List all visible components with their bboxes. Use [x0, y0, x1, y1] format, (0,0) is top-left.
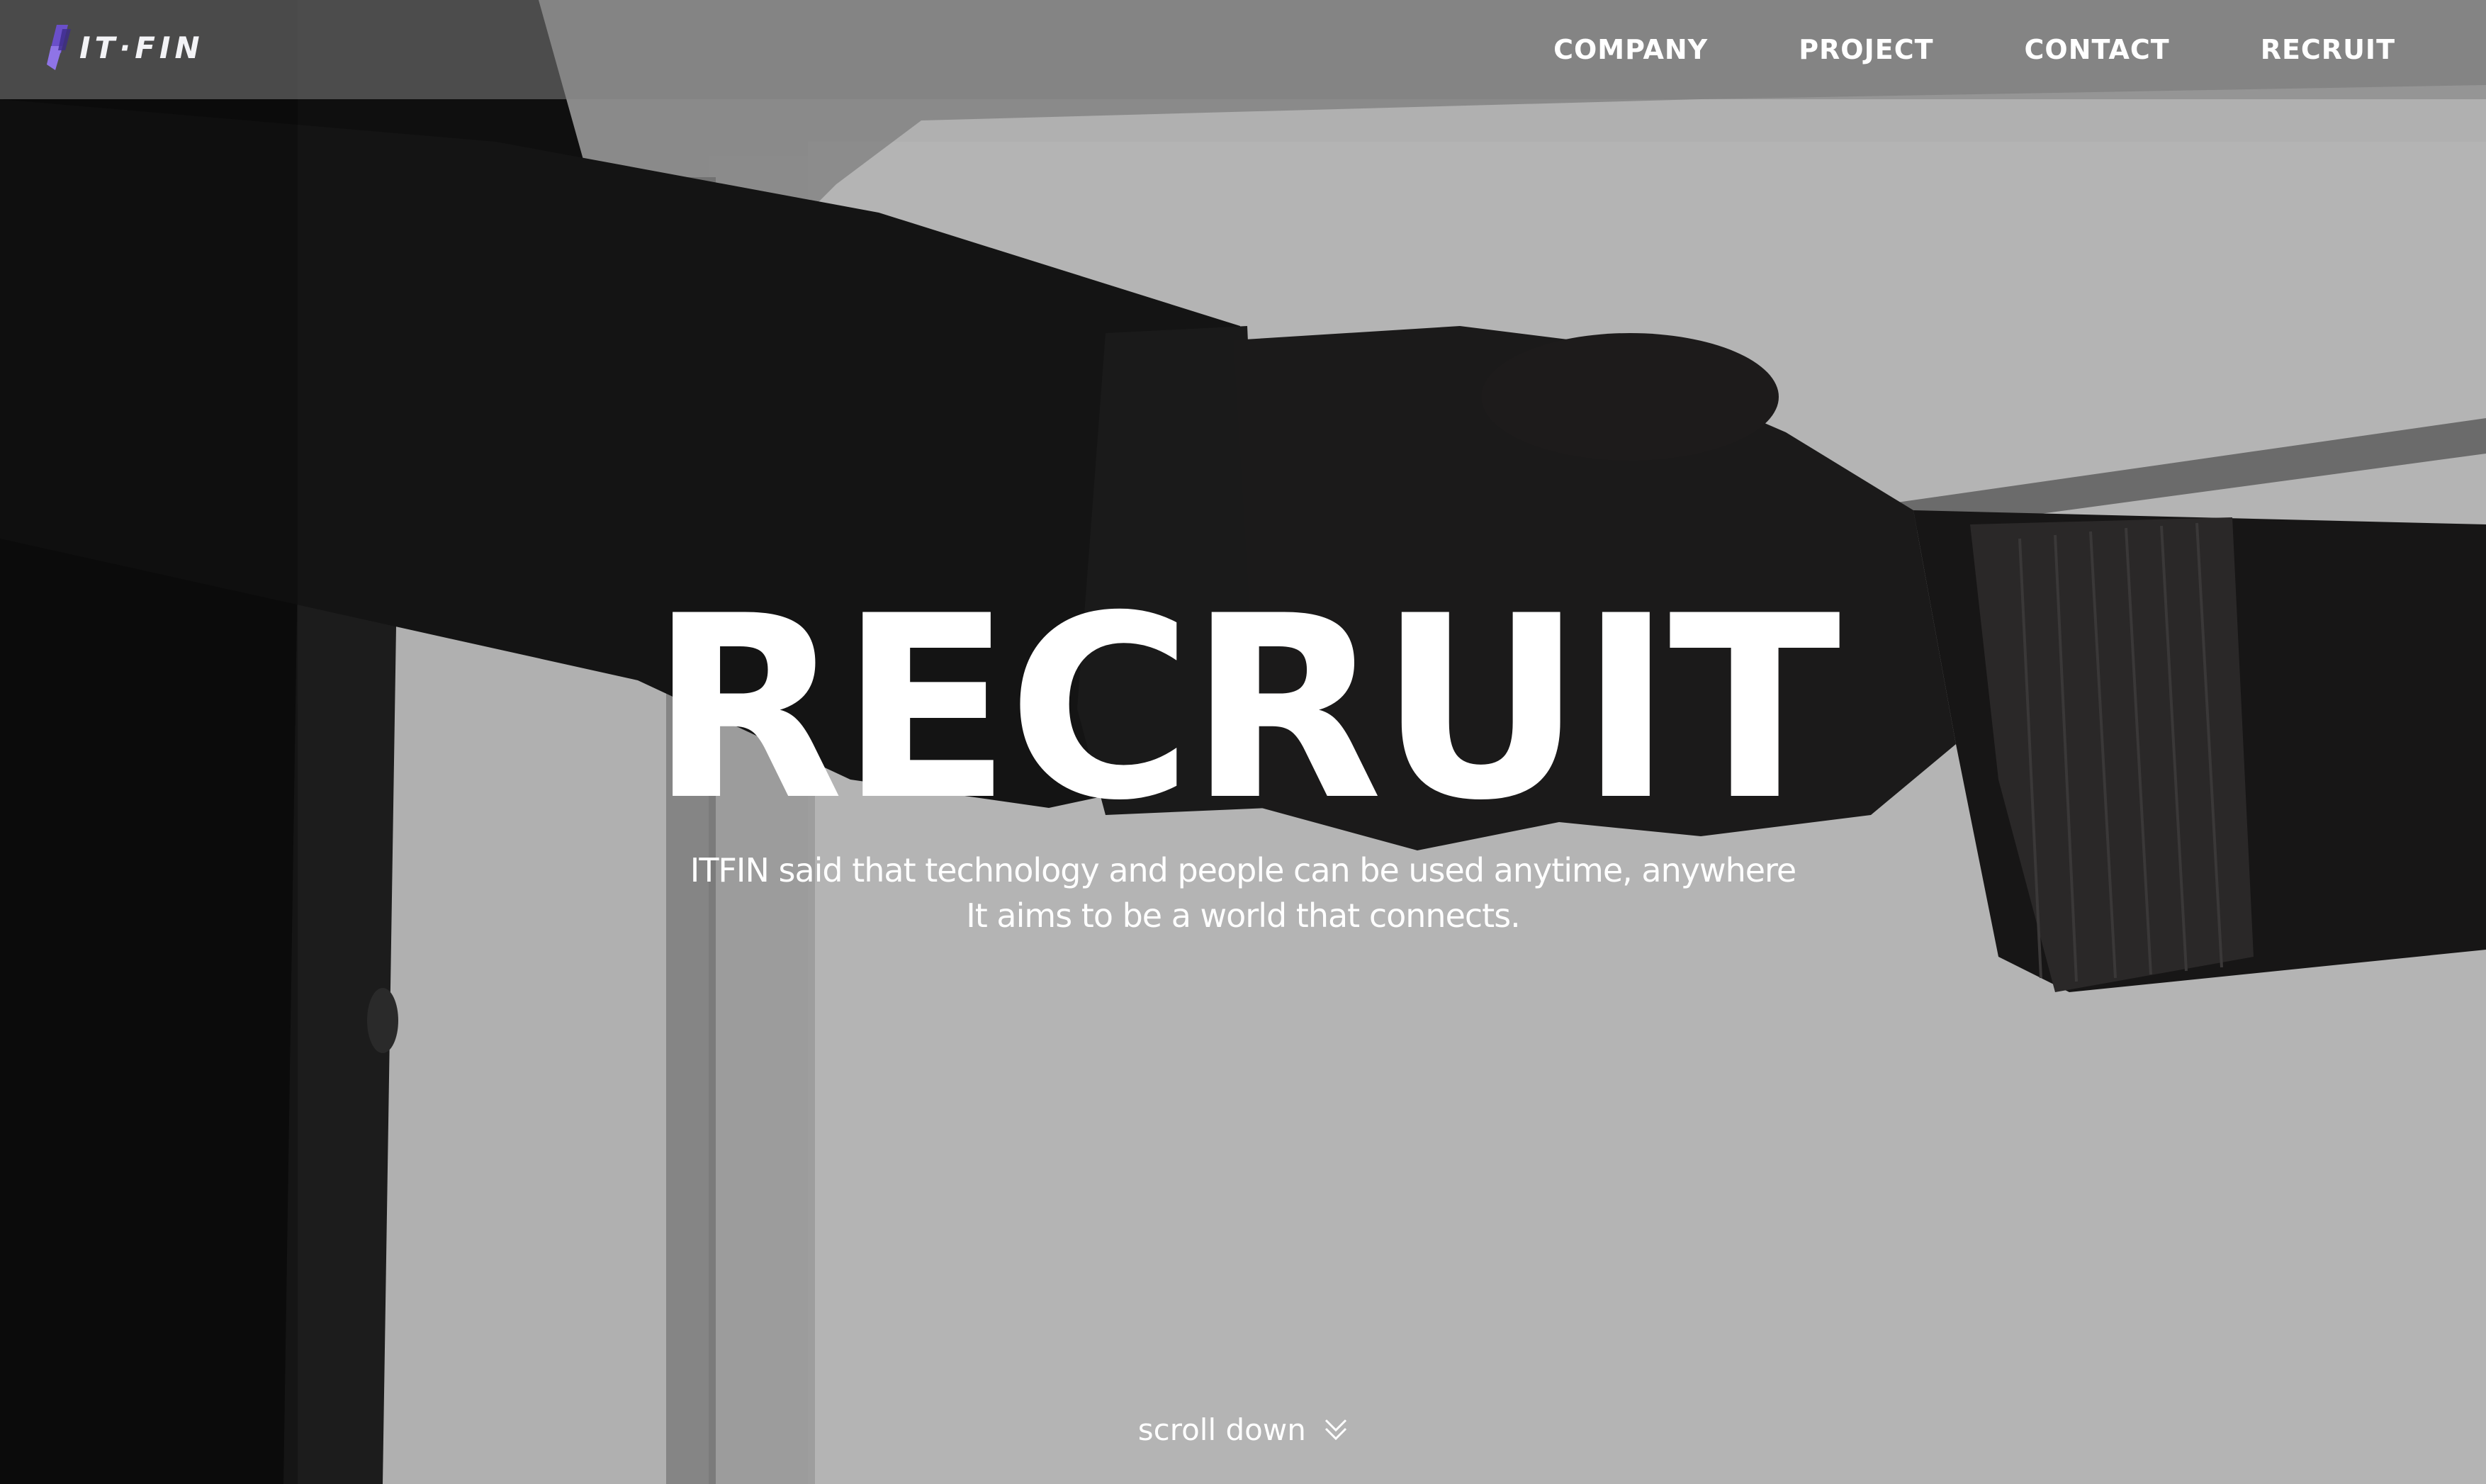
hero-subtitle: ITFIN said that technology and people ca… [0, 848, 2486, 938]
nav-item-project[interactable]: PROJECT [1799, 34, 1933, 65]
hero-subtitle-line-2: It aims to be a world that connects. [966, 896, 1521, 935]
site-logo[interactable]: IT·FIN [47, 24, 204, 71]
logo-mark-icon [47, 25, 71, 70]
scroll-down-link[interactable]: scroll down [0, 1410, 2486, 1447]
nav-item-recruit[interactable]: RECRUIT [2261, 34, 2395, 65]
scroll-down-label: scroll down [1137, 1412, 1306, 1447]
site-header: IT·FIN COMPANY PROJECT CONTACT RECRUIT [0, 0, 2486, 99]
chevron-double-down-icon [1325, 1419, 1347, 1440]
logo-text: IT·FIN [79, 30, 204, 65]
hero-title: RECRUIT [649, 562, 1840, 855]
hero-section: IT·FIN COMPANY PROJECT CONTACT RECRUIT R… [0, 0, 2486, 1484]
nav-item-contact[interactable]: CONTACT [2025, 34, 2170, 65]
main-nav: COMPANY PROJECT CONTACT RECRUIT [1463, 0, 2395, 99]
nav-item-company[interactable]: COMPANY [1553, 34, 1708, 65]
hero-subtitle-line-1: ITFIN said that technology and people ca… [690, 851, 1796, 889]
